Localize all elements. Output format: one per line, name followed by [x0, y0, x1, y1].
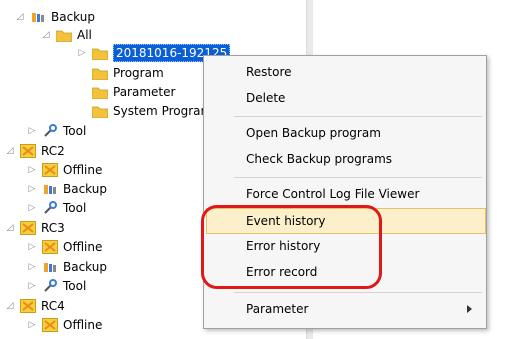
controller-icon: [20, 221, 36, 235]
tree-item-offline[interactable]: ▷ Offline: [26, 316, 102, 334]
tree-item-program[interactable]: Program: [76, 64, 164, 82]
tree-item-all[interactable]: ◿ All: [40, 26, 92, 44]
menu-item-label: Open Backup program: [246, 126, 381, 140]
collapse-icon[interactable]: ◿: [4, 222, 16, 234]
collapse-icon[interactable]: ◿: [40, 29, 52, 41]
backup-icon: [42, 182, 58, 196]
menu-separator: [234, 116, 482, 117]
tree-item-tool[interactable]: ▷ Tool: [26, 277, 86, 295]
menu-item-open-backup-program[interactable]: Open Backup program: [206, 121, 484, 145]
folder-icon: [92, 85, 108, 99]
tree-item-tool[interactable]: ▷ Tool: [26, 122, 86, 140]
folder-icon: [92, 66, 108, 80]
menu-item-label: Force Control Log File Viewer: [246, 187, 420, 201]
tree-item-offline[interactable]: ▷ Offline: [26, 161, 102, 179]
tree-label: Backup: [51, 10, 95, 24]
expand-icon[interactable]: ▷: [26, 125, 38, 137]
tree-item-rc2[interactable]: ◿ RC2: [4, 142, 65, 160]
menu-item-force-control-log-viewer[interactable]: Force Control Log File Viewer: [206, 182, 484, 206]
collapse-icon[interactable]: ◿: [4, 145, 16, 157]
controller-icon: [42, 240, 58, 254]
menu-item-delete[interactable]: Delete: [206, 86, 484, 110]
controller-icon: [42, 318, 58, 332]
collapse-icon[interactable]: ◿: [4, 300, 16, 312]
tree-item-offline[interactable]: ▷ Offline: [26, 238, 102, 256]
tree-item-rc3[interactable]: ◿ RC3: [4, 219, 65, 237]
tool-icon: [42, 201, 58, 215]
backup-icon: [42, 260, 58, 274]
expand-icon[interactable]: ▷: [26, 241, 38, 253]
tree-item-system-program[interactable]: System Program: [76, 102, 212, 120]
expand-icon[interactable]: ▷: [26, 183, 38, 195]
menu-separator: [234, 177, 482, 178]
annotation-highlight: [201, 205, 382, 289]
tree-label: Tool: [63, 279, 87, 293]
tree-label: Tool: [63, 201, 87, 215]
tree-label: RC2: [41, 144, 65, 158]
tree-label: Tool: [63, 124, 87, 138]
expand-icon[interactable]: ▷: [26, 202, 38, 214]
tree-label: Backup: [63, 182, 107, 196]
tree-item-tool[interactable]: ▷ Tool: [26, 199, 86, 217]
expand-icon[interactable]: ▷: [26, 280, 38, 292]
expand-icon[interactable]: ▷: [26, 164, 38, 176]
controller-icon: [20, 144, 36, 158]
tree-item-backup[interactable]: ▷ Backup: [26, 180, 107, 198]
menu-item-check-backup-programs[interactable]: Check Backup programs: [206, 147, 484, 171]
menu-item-label: Parameter: [246, 302, 309, 316]
menu-item-label: Delete: [246, 91, 286, 105]
folder-icon: [92, 104, 108, 118]
menu-separator: [234, 292, 482, 293]
tree-item-rc4[interactable]: ◿ RC4: [4, 297, 65, 315]
folder-icon: [92, 46, 108, 60]
menu-item-parameter[interactable]: Parameter: [206, 297, 484, 321]
tree-item-backup[interactable]: ◿ Backup: [14, 8, 95, 26]
controller-icon: [20, 299, 36, 313]
expand-icon[interactable]: ▷: [26, 261, 38, 273]
tree-label: All: [77, 28, 92, 42]
tree-label: Program: [113, 66, 164, 80]
tree-label: Backup: [63, 260, 107, 274]
tree-label: Offline: [63, 240, 103, 254]
tree-label: Parameter: [113, 85, 176, 99]
menu-item-restore[interactable]: Restore: [206, 60, 484, 84]
tool-icon: [42, 124, 58, 138]
tree-label: RC3: [41, 221, 65, 235]
submenu-arrow-icon: [467, 305, 472, 313]
controller-icon: [42, 163, 58, 177]
expand-icon[interactable]: ▷: [76, 47, 88, 59]
tree-label: Offline: [63, 163, 103, 177]
menu-item-label: Restore: [246, 65, 292, 79]
collapse-icon[interactable]: ◿: [14, 11, 26, 23]
expand-icon[interactable]: ▷: [26, 319, 38, 331]
backup-icon: [30, 10, 46, 24]
tree-label: Offline: [63, 318, 103, 332]
menu-item-label: Check Backup programs: [246, 152, 393, 166]
tree-item-parameter[interactable]: Parameter: [76, 83, 175, 101]
tool-icon: [42, 279, 58, 293]
tree-label: System Program: [113, 104, 213, 118]
tree-item-backup[interactable]: ▷ Backup: [26, 258, 107, 276]
folder-icon: [56, 28, 72, 42]
tree-label: RC4: [41, 299, 65, 313]
